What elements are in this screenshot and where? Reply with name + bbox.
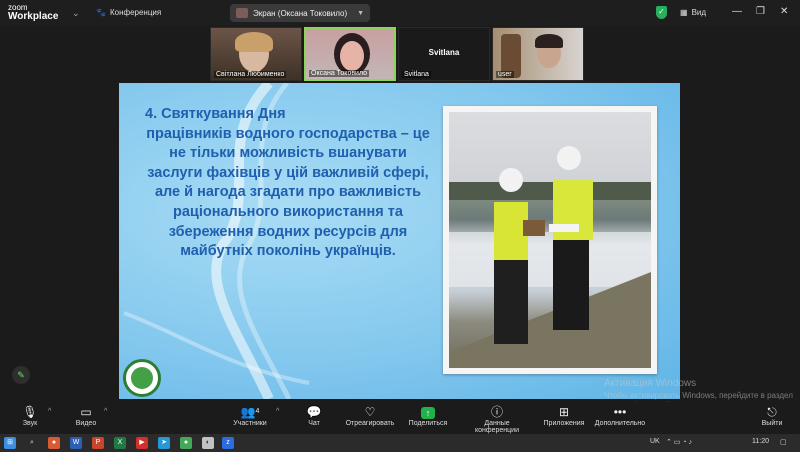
clock[interactable]: 11:20 — [752, 438, 769, 445]
presenter-thumbnail — [236, 8, 248, 18]
zoom-logo: zoom Workplace — [8, 3, 59, 22]
video-strip: Світлана Любименко Оксана Токовило Svitl… — [210, 27, 584, 81]
conference-menu[interactable]: 🐾 Конференция — [96, 8, 161, 17]
chevron-down-icon: ▼ — [357, 9, 364, 17]
slide-text: 4. Святкування Дня працівників водного г… — [145, 106, 430, 260]
chevron-up-icon[interactable]: ^ — [48, 408, 51, 415]
paw-icon: 🐾 — [96, 8, 106, 17]
chat-button[interactable]: 💬 Чат — [284, 404, 344, 427]
exit-icon: ⎋ — [767, 405, 777, 419]
language-indicator[interactable]: UK — [650, 438, 660, 445]
share-button[interactable]: ↑ Поделиться — [398, 404, 458, 427]
chevron-down-icon[interactable]: ⌄ — [72, 8, 80, 19]
video-tile[interactable]: Світлана Любименко — [210, 27, 302, 81]
heart-icon: ♡ — [364, 405, 376, 419]
tray-icons[interactable]: ⌃ ▭ ◔ ♪ — [666, 438, 692, 446]
shared-screen-slide: 4. Святкування Дня працівників водного г… — [119, 83, 680, 399]
video-button[interactable]: ▭ Видео ^ — [56, 404, 116, 427]
more-dots-icon: ••• — [613, 405, 627, 419]
notification-icon[interactable]: ▢ — [780, 438, 787, 446]
chevron-up-icon[interactable]: ^ — [276, 408, 279, 415]
video-tile-active-speaker[interactable]: Оксана Токовило — [304, 27, 396, 81]
more-button[interactable]: ••• Дополнительно — [590, 404, 650, 427]
annotate-pen-icon[interactable]: ✎ — [12, 366, 30, 384]
chrome-icon[interactable]: ● — [48, 437, 60, 449]
info-icon: ⓘ — [490, 405, 503, 419]
participants-icon: 👥4 — [240, 405, 260, 419]
excel-icon[interactable]: X — [114, 437, 126, 449]
view-grid-icon: ▦ — [680, 8, 688, 17]
leave-button[interactable]: ⎋ Выйти — [744, 404, 800, 427]
search-icon[interactable]: ⌕ — [26, 437, 38, 449]
meeting-info-button[interactable]: ⓘ Данные конференции — [462, 404, 532, 434]
powerpoint-icon[interactable]: P — [92, 437, 104, 449]
participant-face — [340, 41, 364, 71]
video-tile[interactable]: Svitlana Svitlana — [398, 27, 490, 81]
participant-hair — [535, 34, 563, 48]
react-button[interactable]: ♡ Отреагировать — [340, 404, 400, 427]
workers-at-river-photo — [449, 112, 651, 368]
title-bar: zoom Workplace ⌄ 🐾 Конференция Экран (Ок… — [0, 0, 800, 26]
participants-button[interactable]: 👥4 Участники ^ — [220, 404, 280, 427]
video-tile[interactable]: user — [492, 27, 584, 81]
apps-button[interactable]: ⊞ Приложения — [534, 404, 594, 427]
apps-icon: ⊞ — [558, 405, 570, 419]
chat-bubble-icon: 💬 — [306, 405, 322, 419]
app-icon[interactable]: ◐ — [202, 437, 214, 449]
restore-icon[interactable]: ❐ — [756, 6, 765, 17]
participant-hair — [235, 32, 273, 52]
water-agency-emblem — [123, 359, 161, 397]
workers-illustration — [449, 146, 651, 368]
app-icon[interactable]: ● — [180, 437, 192, 449]
view-menu[interactable]: ▦ Вид — [680, 8, 706, 17]
encryption-shield-icon[interactable]: ✓ — [656, 6, 667, 19]
windows-start-icon[interactable]: ⊞ — [4, 437, 16, 449]
zoom-taskbar-icon[interactable]: z — [222, 437, 234, 449]
slide-photo-frame — [443, 106, 657, 374]
zoom-window: zoom Workplace ⌄ 🐾 Конференция Экран (Ок… — [0, 0, 800, 452]
screen-share-indicator[interactable]: Экран (Оксана Токовило) ▼ — [230, 4, 370, 22]
word-icon[interactable]: W — [70, 437, 82, 449]
minimize-icon[interactable]: — — [732, 6, 742, 17]
meeting-toolbar: 🎙 Звук ^ ▭ Видео ^ 👥4 Участники ^ 💬 Чат … — [0, 402, 800, 434]
youtube-icon[interactable]: ▶ — [136, 437, 148, 449]
chevron-up-icon[interactable]: ^ — [104, 408, 107, 415]
windows-taskbar: ⊞ ⌕ ● W P X ▶ ➤ ● ◐ z UK ⌃ ▭ ◔ ♪ 11:20 ▢ — [0, 434, 800, 452]
audio-button[interactable]: 🎙 Звук ^ — [0, 404, 60, 427]
close-icon[interactable]: ✕ — [780, 6, 788, 17]
telegram-icon[interactable]: ➤ — [158, 437, 170, 449]
share-arrow-icon: ↑ — [398, 404, 458, 420]
